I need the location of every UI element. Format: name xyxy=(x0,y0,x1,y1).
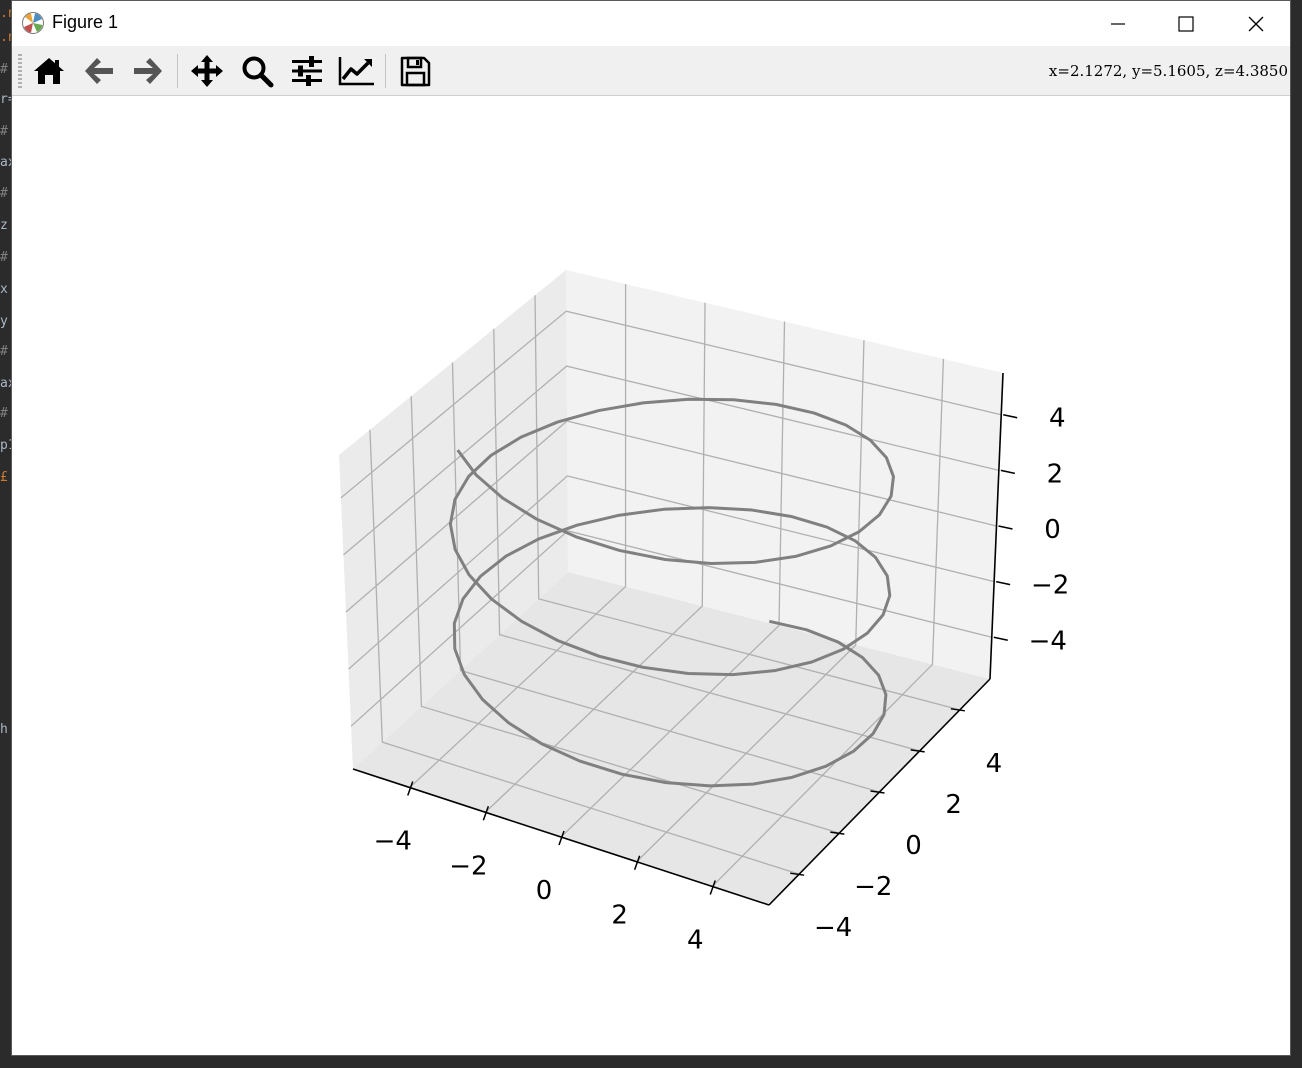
3d-axes[interactable]: −4−4−4−2−2−2000222444 xyxy=(12,97,1290,1055)
arrow-left-icon xyxy=(85,58,113,84)
y-tick-label: 4 xyxy=(986,749,1003,779)
matplotlib-logo-icon xyxy=(22,12,44,34)
z-tick-label: 4 xyxy=(1049,404,1066,434)
pan-button[interactable] xyxy=(187,51,227,91)
toolbar-separator xyxy=(177,54,178,88)
cursor-coordinates: x=2.1272, y=5.1605, z=4.3850 xyxy=(1048,62,1288,80)
minimize-button[interactable] xyxy=(1084,1,1152,46)
z-tick-label: 2 xyxy=(1047,459,1064,489)
maximize-icon xyxy=(1178,15,1194,32)
magnifier-icon xyxy=(242,56,274,88)
edit-axis-button[interactable] xyxy=(337,51,377,91)
navigation-toolbar: x=2.1272, y=5.1605, z=4.3850 xyxy=(12,46,1290,96)
back-button[interactable] xyxy=(79,51,119,91)
z-tick xyxy=(1003,413,1018,419)
z-tick xyxy=(995,580,1011,586)
x-tick-label: −4 xyxy=(374,827,412,857)
y-tick-label: −4 xyxy=(814,913,852,943)
toolbar-grip[interactable] xyxy=(18,54,22,88)
save-button[interactable] xyxy=(395,51,435,91)
y-tick-label: 0 xyxy=(905,831,922,861)
x-tick-label: 4 xyxy=(687,925,704,955)
configure-subplots-button[interactable] xyxy=(287,51,327,91)
move-icon xyxy=(191,55,223,87)
x-tick-label: −2 xyxy=(449,851,487,881)
x-tick-label: 0 xyxy=(536,876,553,906)
title-bar: Figure 1 xyxy=(12,1,1290,46)
forward-button[interactable] xyxy=(128,51,168,91)
minimize-icon xyxy=(1111,22,1125,25)
y-tick-label: 2 xyxy=(945,790,962,820)
maximize-button[interactable] xyxy=(1152,1,1220,46)
window-title: Figure 1 xyxy=(52,12,119,32)
z-tick xyxy=(998,525,1013,530)
toolbar-separator xyxy=(385,54,386,88)
close-button[interactable] xyxy=(1222,1,1290,46)
home-icon xyxy=(34,58,64,84)
z-tick-label: −4 xyxy=(1029,626,1067,656)
plot-canvas[interactable]: −4 −4 −4 −2 −2 −2 0 0 0 2 2 2 4 4 4 xyxy=(12,97,1290,1055)
y-tick-label: −2 xyxy=(854,872,892,902)
z-tick-label: −2 xyxy=(1031,571,1069,601)
zoom-button[interactable] xyxy=(237,51,277,91)
home-button[interactable] xyxy=(29,51,69,91)
z-tick-label: 0 xyxy=(1044,515,1061,545)
close-icon xyxy=(1248,16,1264,31)
sliders-icon xyxy=(292,56,322,86)
z-tick xyxy=(1000,469,1016,475)
figure-window: Figure 1 x=2.1272, y=5.1605, z=4.3850 −4… xyxy=(11,0,1291,1056)
floppy-disk-icon xyxy=(400,56,431,87)
arrow-right-icon xyxy=(134,58,162,84)
x-tick-label: 2 xyxy=(611,901,628,931)
line-chart-icon xyxy=(338,57,374,86)
z-tick xyxy=(993,636,1008,642)
